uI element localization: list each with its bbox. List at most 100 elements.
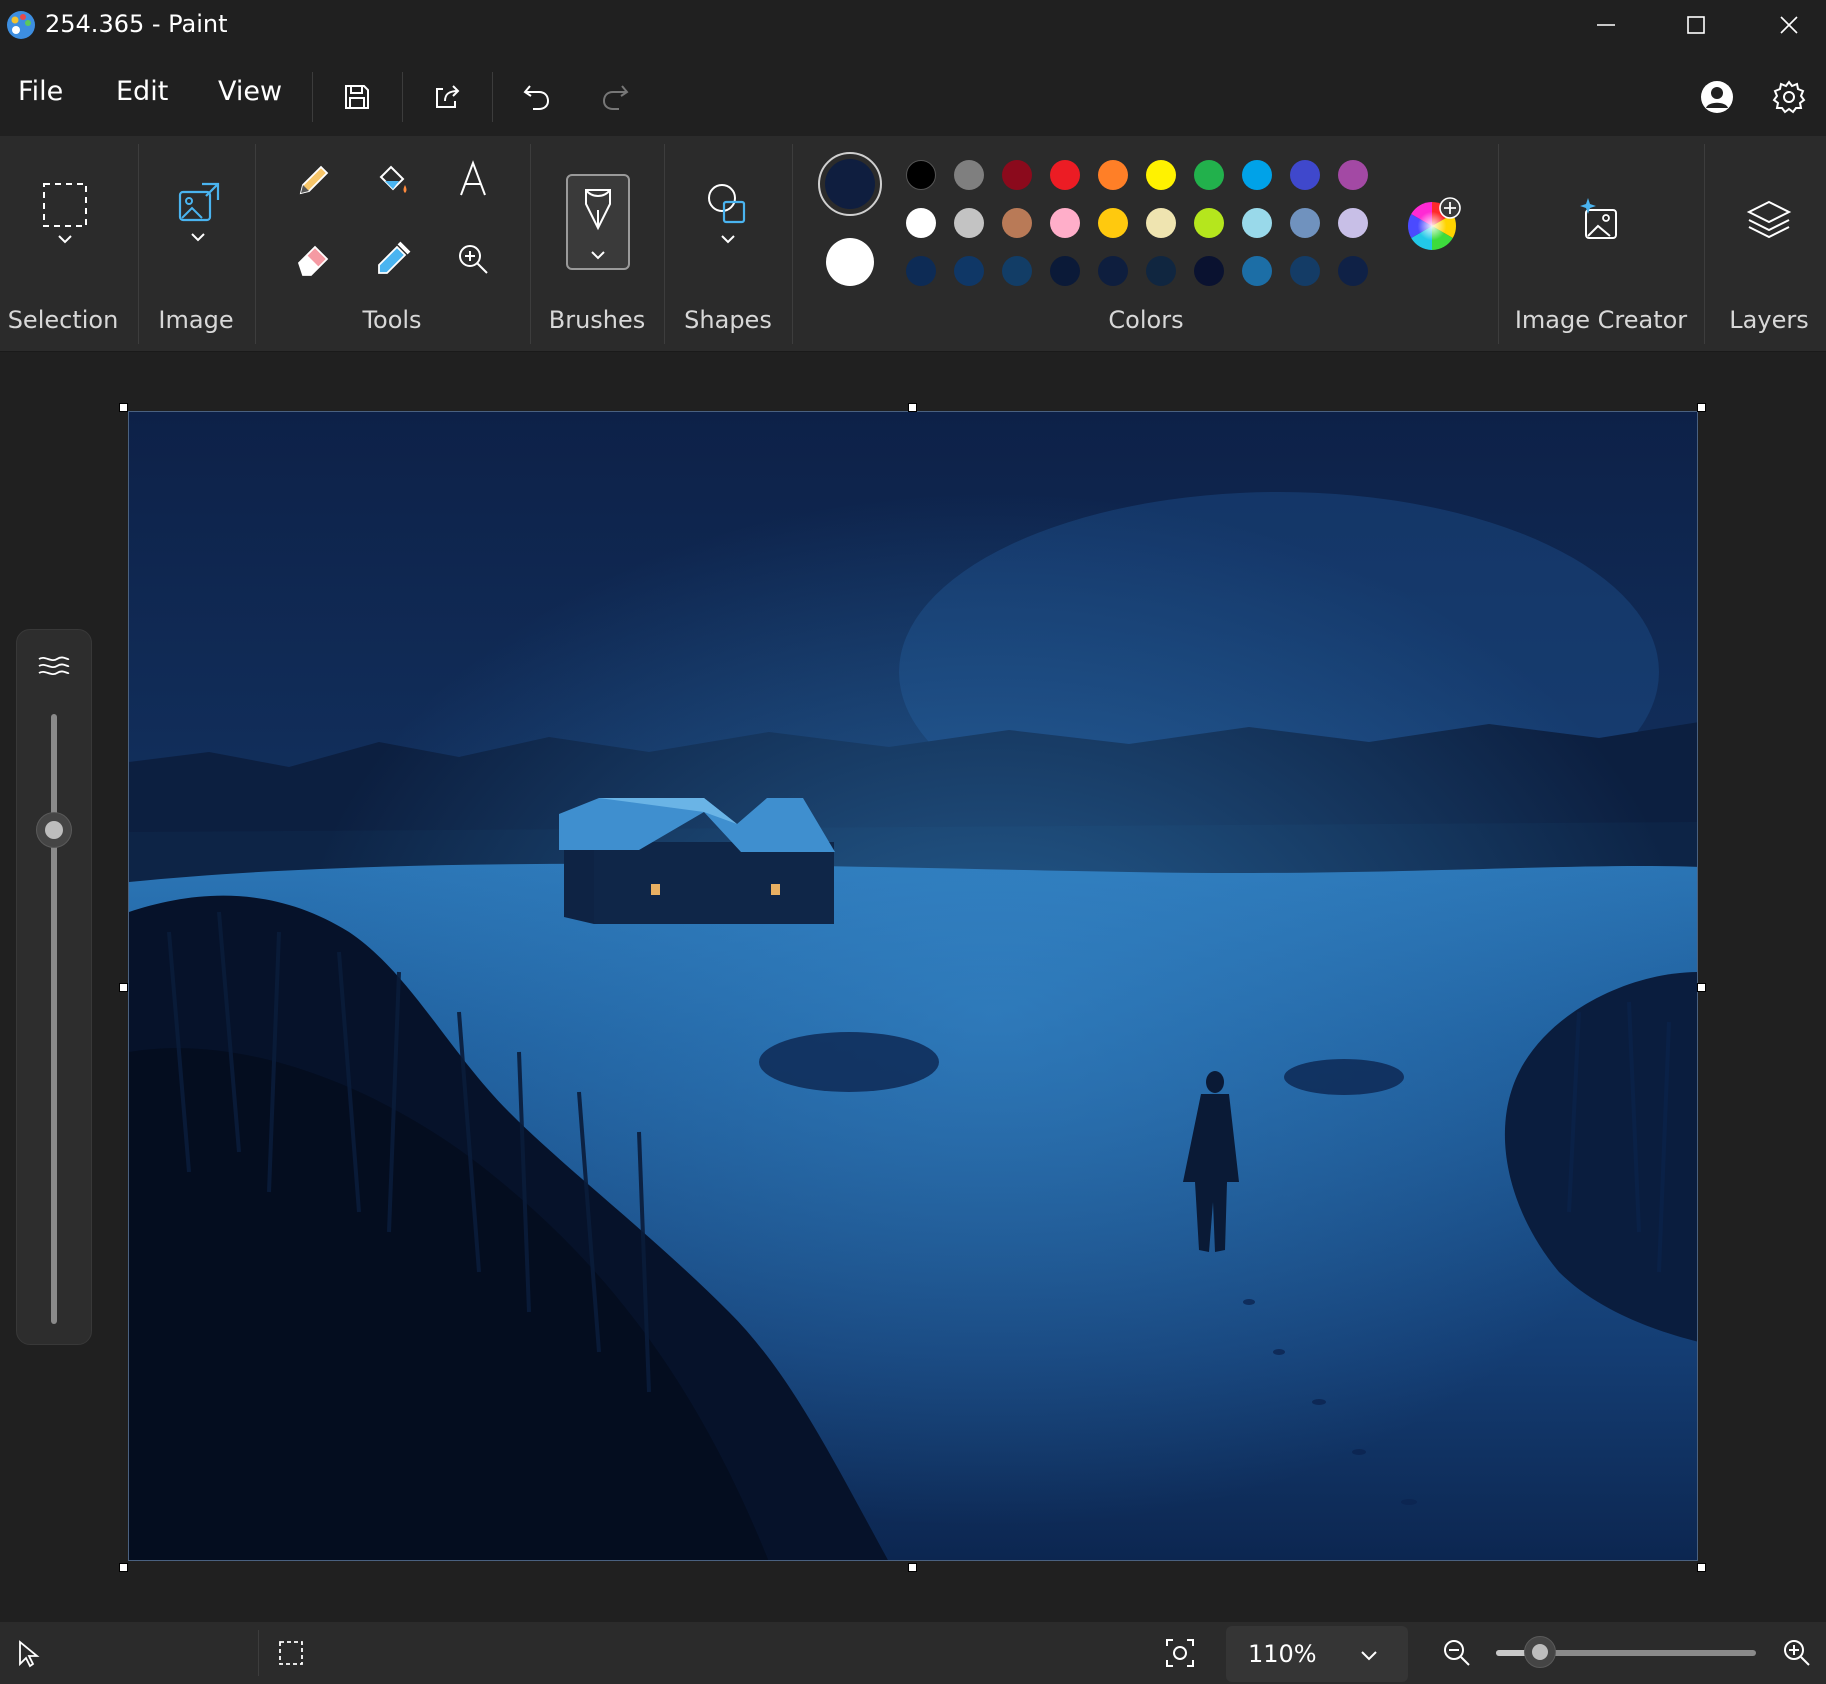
palette-swatch[interactable] xyxy=(1242,160,1272,190)
color-picker-tool[interactable] xyxy=(370,236,416,282)
resize-handle-left[interactable] xyxy=(119,983,128,992)
redo-button[interactable] xyxy=(588,70,642,124)
palette-swatch[interactable] xyxy=(1290,208,1320,238)
brush-size-track[interactable] xyxy=(51,714,57,1324)
drawing-canvas[interactable] xyxy=(128,411,1698,1561)
palette-swatch[interactable] xyxy=(954,256,984,286)
undo-icon xyxy=(523,85,550,110)
image-creator-icon xyxy=(1580,198,1617,239)
eraser-icon xyxy=(297,245,329,276)
palette-swatch[interactable] xyxy=(1146,256,1176,286)
cursor-icon xyxy=(19,1640,40,1668)
palette-swatch[interactable] xyxy=(1050,208,1080,238)
palette-swatch[interactable] xyxy=(1194,256,1224,286)
palette-swatch[interactable] xyxy=(1338,256,1368,286)
account-button[interactable] xyxy=(1690,70,1744,124)
selection-size xyxy=(274,1636,308,1670)
menu-file[interactable]: File xyxy=(18,76,63,107)
palette-swatch[interactable] xyxy=(1338,160,1368,190)
chevron-down-icon xyxy=(1361,1651,1377,1661)
minimize-icon xyxy=(1597,24,1615,26)
palette-swatch[interactable] xyxy=(1002,208,1032,238)
magnifier-tool[interactable] xyxy=(450,236,496,282)
palette-swatch[interactable] xyxy=(906,208,936,238)
brushes-button[interactable] xyxy=(566,174,630,270)
ribbon: Selection Image Tools Brushes Shapes Col… xyxy=(0,136,1826,352)
palette-swatch[interactable] xyxy=(1002,256,1032,286)
maximize-button[interactable] xyxy=(1651,0,1741,50)
fit-screen-icon xyxy=(1166,1639,1194,1667)
palette-swatch[interactable] xyxy=(906,256,936,286)
palette-swatch[interactable] xyxy=(954,208,984,238)
palette-swatch[interactable] xyxy=(1098,256,1128,286)
group-label-brushes: Brushes xyxy=(548,306,646,334)
text-icon xyxy=(460,160,486,196)
group-label-colors: Colors xyxy=(1108,306,1184,334)
menu-edit[interactable]: Edit xyxy=(116,76,168,107)
palette-swatch[interactable] xyxy=(1146,160,1176,190)
menu-view[interactable]: View xyxy=(218,76,282,107)
resize-handle-bottom-right[interactable] xyxy=(1697,1563,1706,1572)
palette-swatch[interactable] xyxy=(1146,208,1176,238)
palette-swatch[interactable] xyxy=(1194,208,1224,238)
save-icon xyxy=(345,85,369,109)
palette-swatch[interactable] xyxy=(1194,160,1224,190)
fill-bucket-icon xyxy=(379,165,407,193)
color-wheel-icon xyxy=(1407,197,1461,250)
eraser-tool[interactable] xyxy=(290,236,336,282)
minimize-button[interactable] xyxy=(1561,0,1651,50)
primary-color-ring[interactable] xyxy=(818,152,882,216)
status-bar: 110% xyxy=(0,1622,1826,1684)
pencil-icon xyxy=(299,165,329,195)
resize-handle-top-left[interactable] xyxy=(119,403,128,412)
palette-swatch[interactable] xyxy=(1290,256,1320,286)
title-bar: 254.365 - Paint xyxy=(0,0,1826,50)
palette-swatch[interactable] xyxy=(954,160,984,190)
save-button[interactable] xyxy=(330,70,384,124)
zoom-slider-thumb[interactable] xyxy=(1524,1636,1557,1668)
zoom-in-button[interactable] xyxy=(1778,1634,1816,1672)
palette-swatch[interactable] xyxy=(906,160,936,190)
image-creator-button[interactable] xyxy=(1574,194,1628,248)
paint-palette-icon xyxy=(4,8,38,42)
share-icon xyxy=(436,85,460,108)
zoom-value: 110% xyxy=(1248,1640,1317,1668)
pencil-tool[interactable] xyxy=(290,158,336,204)
text-tool[interactable] xyxy=(450,156,496,202)
settings-button[interactable] xyxy=(1762,70,1816,124)
palette-swatch[interactable] xyxy=(1050,160,1080,190)
image-button[interactable] xyxy=(160,174,236,246)
zoom-in-icon xyxy=(1784,1640,1810,1666)
group-label-shapes: Shapes xyxy=(684,306,772,334)
share-button[interactable] xyxy=(420,70,474,124)
palette-swatch[interactable] xyxy=(1290,160,1320,190)
undo-button[interactable] xyxy=(510,70,564,124)
palette-swatch[interactable] xyxy=(1098,160,1128,190)
layers-button[interactable] xyxy=(1742,194,1796,248)
shapes-button[interactable] xyxy=(696,178,760,252)
resize-handle-top[interactable] xyxy=(908,403,917,412)
zoom-out-button[interactable] xyxy=(1438,1634,1476,1672)
selection-button[interactable] xyxy=(30,176,98,246)
palette-swatch[interactable] xyxy=(1050,256,1080,286)
fit-to-window-button[interactable] xyxy=(1160,1634,1200,1672)
brush-size-thumb[interactable] xyxy=(36,812,72,848)
group-label-layers: Layers xyxy=(1729,306,1809,334)
palette-swatch[interactable] xyxy=(1002,160,1032,190)
palette-swatch[interactable] xyxy=(1242,208,1272,238)
maximize-icon xyxy=(1687,16,1705,34)
resize-handle-bottom[interactable] xyxy=(908,1563,917,1572)
resize-handle-right[interactable] xyxy=(1697,983,1706,992)
palette-swatch[interactable] xyxy=(1242,256,1272,286)
layers-icon xyxy=(1746,200,1792,239)
fill-tool[interactable] xyxy=(370,158,416,204)
resize-handle-bottom-left[interactable] xyxy=(119,1563,128,1572)
resize-handle-top-right[interactable] xyxy=(1697,403,1706,412)
edit-colors-button[interactable] xyxy=(1404,194,1464,254)
palette-swatch[interactable] xyxy=(1098,208,1128,238)
zoom-dropdown[interactable]: 110% xyxy=(1226,1626,1408,1682)
secondary-color-swatch[interactable] xyxy=(826,238,874,286)
close-button[interactable] xyxy=(1744,0,1826,50)
redo-icon xyxy=(602,85,629,110)
palette-swatch[interactable] xyxy=(1338,208,1368,238)
